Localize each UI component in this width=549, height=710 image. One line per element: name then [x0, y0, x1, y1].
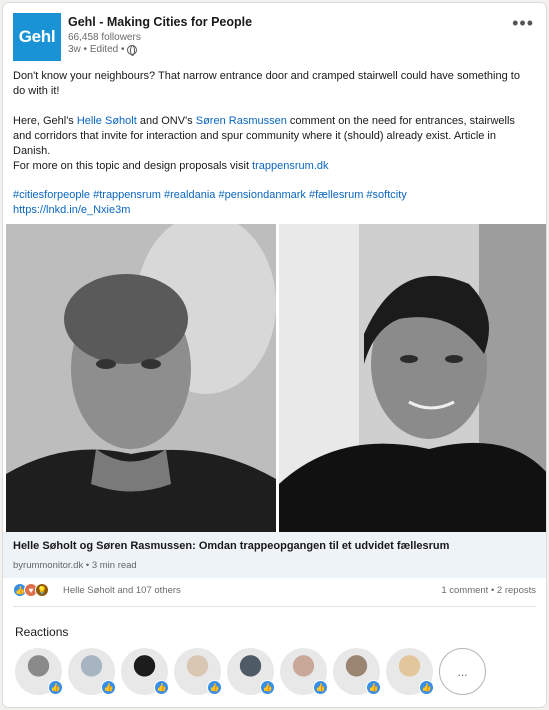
comments-reposts-count[interactable]: 1 comment • 2 reposts [441, 585, 536, 596]
reactions-heading: Reactions [15, 625, 69, 639]
reactor-avatar-4[interactable]: 👍 [174, 648, 222, 695]
post-paragraph-2: Here, Gehl's Helle Søholt and ONV's Søre… [13, 114, 532, 159]
like-icon: 👍 [207, 680, 222, 695]
post-hashtags: #citiesforpeople #trappensrum #realdania… [13, 188, 532, 218]
paragraph-text: Here, Gehl's [13, 115, 77, 127]
more-reactors-button[interactable]: ... [439, 648, 486, 695]
reactor-avatars: 👍 👍 👍 👍 👍 👍 👍 👍... [15, 648, 486, 695]
like-icon: 👍 [419, 680, 434, 695]
trappensrum-link[interactable]: trappensrum.dk [252, 160, 328, 172]
like-icon: 👍 [260, 680, 275, 695]
reactions-summary-link[interactable]: Helle Søholt and 107 others [63, 585, 181, 596]
like-icon: 👍 [313, 680, 328, 695]
reactor-avatar-6[interactable]: 👍 [280, 648, 328, 695]
portrait-woman-image [279, 224, 546, 532]
short-link[interactable]: https://lnkd.in/e_Nxie3m [13, 203, 532, 218]
post-paragraph-3: For more on this topic and design propos… [13, 159, 532, 174]
reactor-avatar-3[interactable]: 👍 [121, 648, 169, 695]
article-source: byrummonitor.dk • 3 min read [13, 560, 137, 571]
portrait-man-image [6, 224, 276, 532]
reactor-avatar-2[interactable]: 👍 [68, 648, 116, 695]
mention-helle-soholt[interactable]: Helle Søholt [77, 115, 137, 127]
reaction-icons[interactable]: 👍 ♥ 💡 [13, 583, 49, 597]
follower-count: 66,458 followers [68, 32, 141, 43]
company-logo[interactable]: Gehl [13, 13, 61, 61]
post-header: Gehl Gehl - Making Cities for People 66,… [13, 13, 536, 65]
post-paragraph-1: Don't know your neighbours? That narrow … [13, 70, 520, 97]
reactor-avatar-1[interactable]: 👍 [15, 648, 63, 695]
reactor-avatar-7[interactable]: 👍 [333, 648, 381, 695]
social-counts-bar: 👍 ♥ 💡 Helle Søholt and 107 others 1 comm… [13, 583, 536, 601]
article-photo-soren-rasmussen-right[interactable] [279, 224, 546, 532]
article-link-preview[interactable]: Helle Søholt og Søren Rasmussen: Omdan t… [3, 532, 546, 578]
paragraph-text: For more on this topic and design propos… [13, 160, 253, 172]
divider [13, 606, 536, 607]
paragraph-text: and ONV's [136, 115, 196, 127]
like-icon: 👍 [48, 680, 63, 695]
insightful-icon: 💡 [35, 583, 49, 597]
more-options-icon[interactable]: ••• [512, 13, 534, 34]
globe-icon [127, 44, 138, 56]
hashtags-links[interactable]: #citiesforpeople #trappensrum #realdania… [13, 188, 532, 203]
mention-soren-rasmussen[interactable]: Søren Rasmussen [196, 115, 287, 127]
reactor-avatar-5[interactable]: 👍 [227, 648, 275, 695]
company-name-link[interactable]: Gehl - Making Cities for People [68, 15, 252, 29]
feed-post-card: Gehl Gehl - Making Cities for People 66,… [2, 2, 547, 708]
like-icon: 👍 [154, 680, 169, 695]
post-time-edited: 3w • Edited • [68, 44, 125, 55]
article-title[interactable]: Helle Søholt og Søren Rasmussen: Omdan t… [13, 540, 449, 552]
like-icon: 👍 [101, 680, 116, 695]
post-meta: 3w • Edited • [68, 44, 138, 56]
article-photo-helle-soholt-left[interactable] [6, 224, 276, 532]
like-icon: 👍 [366, 680, 381, 695]
reactor-avatar-8[interactable]: 👍 [386, 648, 434, 695]
